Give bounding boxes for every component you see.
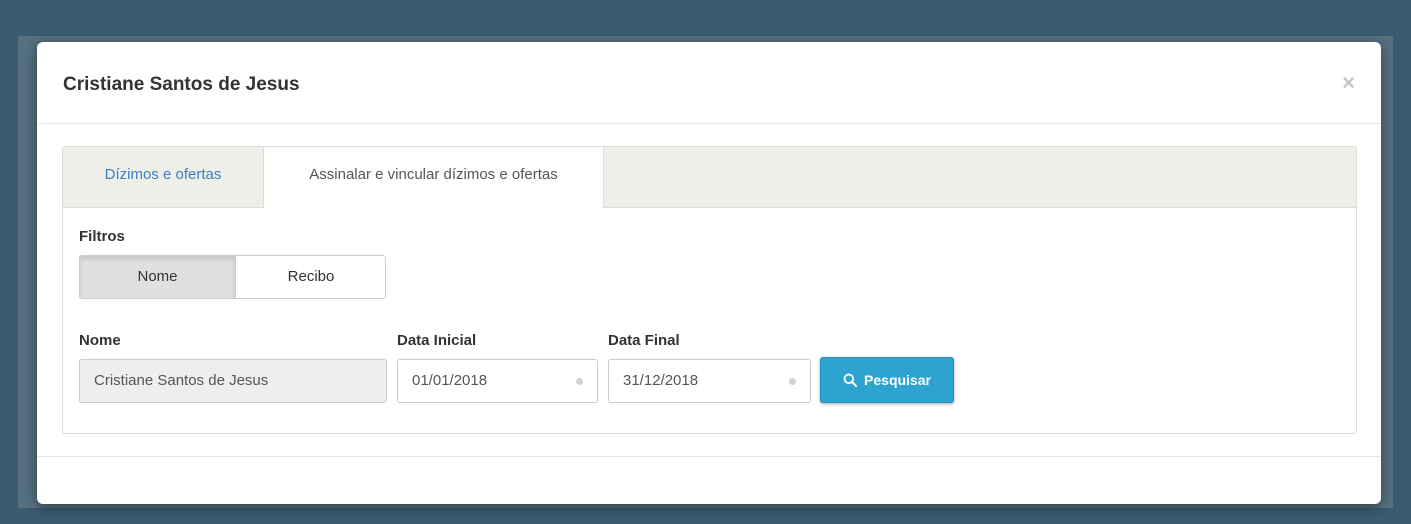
tab-assinalar-e-vincular[interactable]: Assinalar e vincular dízimos e ofertas — [263, 147, 604, 208]
modal-title: Cristiane Santos de Jesus — [63, 74, 300, 95]
tab-panel: Dízimos e ofertas Assinalar e vincular d… — [62, 146, 1357, 434]
filters-label: Filtros — [79, 228, 125, 245]
tab-bar: Dízimos e ofertas Assinalar e vincular d… — [63, 147, 1356, 208]
data-final-label: Data Final — [608, 332, 680, 349]
search-button-label: Pesquisar — [864, 372, 931, 388]
filter-toggle-group: Nome Recibo — [79, 255, 386, 299]
data-final-input[interactable]: 31/12/2018 — [608, 359, 811, 403]
modal-footer — [37, 456, 1381, 504]
modal-header: Cristiane Santos de Jesus × — [37, 42, 1381, 124]
nome-input[interactable]: Cristiane Santos de Jesus — [79, 359, 387, 403]
nome-label: Nome — [79, 332, 121, 349]
close-icon[interactable]: × — [1342, 72, 1355, 94]
filter-nome-button[interactable]: Nome — [80, 256, 236, 298]
data-inicial-label: Data Inicial — [397, 332, 477, 349]
search-button[interactable]: Pesquisar — [820, 357, 954, 403]
search-icon — [843, 373, 858, 387]
data-inicial-value: 01/01/2018 — [412, 372, 488, 389]
filter-recibo-button[interactable]: Recibo — [236, 256, 385, 298]
nome-input-value: Cristiane Santos de Jesus — [94, 372, 269, 389]
date-indicator-icon — [576, 378, 583, 385]
tab-dizimos-e-ofertas[interactable]: Dízimos e ofertas — [63, 147, 263, 207]
data-inicial-input[interactable]: 01/01/2018 — [397, 359, 598, 403]
data-final-value: 31/12/2018 — [623, 372, 699, 389]
modal-dialog: Cristiane Santos de Jesus × Dízimos e of… — [37, 42, 1381, 504]
date-indicator-icon — [789, 378, 796, 385]
